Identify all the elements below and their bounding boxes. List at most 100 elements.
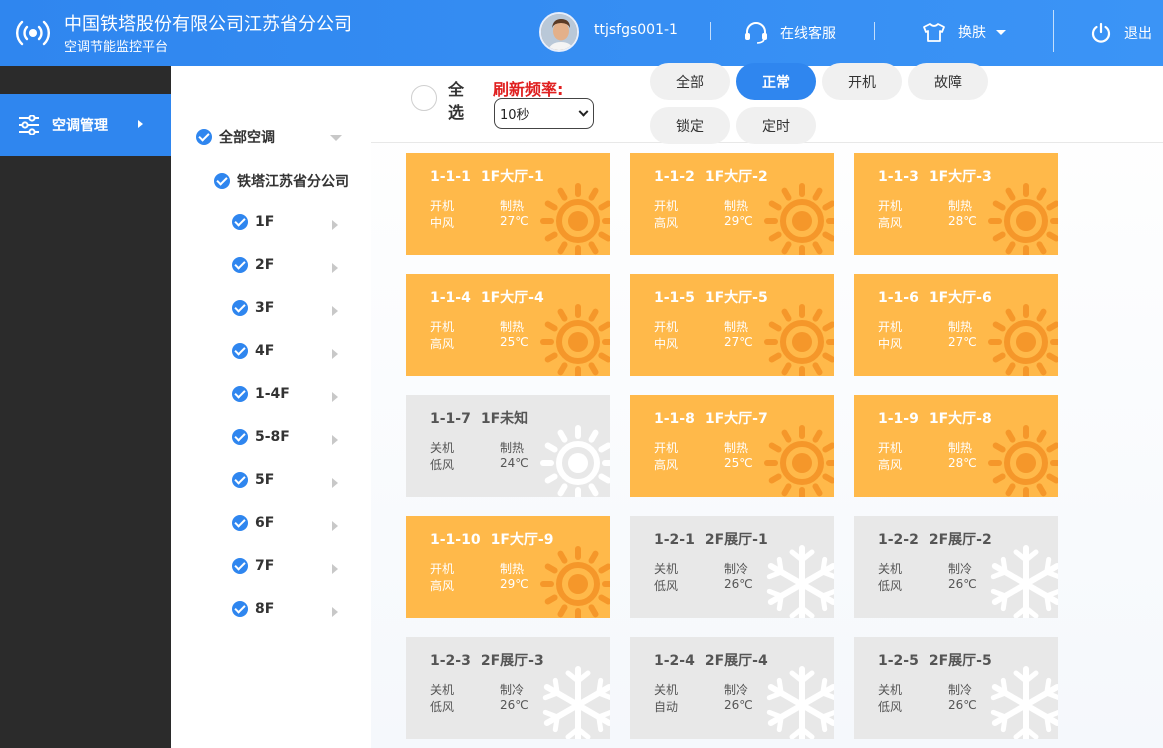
filter-button[interactable]: 定时 bbox=[736, 107, 816, 144]
caret-right-icon[interactable] bbox=[332, 521, 338, 531]
tree-node-floor[interactable]: 3F bbox=[232, 300, 274, 316]
ac-card[interactable]: 1-2-2 2F展厅-2 关机 制冷 低风 26℃ bbox=[854, 516, 1058, 618]
customer-service-label: 在线客服 bbox=[780, 26, 836, 42]
ac-temp: 26℃ bbox=[500, 698, 529, 712]
ac-name: 2F展厅-5 bbox=[928, 653, 992, 669]
chevron-down-icon bbox=[996, 29, 1006, 35]
ac-temp: 29℃ bbox=[500, 577, 529, 591]
ac-mode: 制热 bbox=[500, 441, 525, 455]
refresh-rate-value: 10秒 bbox=[500, 108, 530, 123]
ac-card[interactable]: 1-2-5 2F展厅-5 关机 制冷 低风 26℃ bbox=[854, 637, 1058, 739]
ac-mode: 制冷 bbox=[724, 562, 749, 576]
ac-card[interactable]: 1-1-8 1F大厅-7 开机 制热 高风 25℃ bbox=[630, 395, 834, 497]
ac-power: 开机 bbox=[430, 320, 455, 334]
avatar[interactable] bbox=[539, 12, 579, 52]
filter-button[interactable]: 锁定 bbox=[650, 107, 730, 144]
ac-card[interactable]: 1-1-2 1F大厅-2 开机 制热 高风 29℃ bbox=[630, 153, 834, 255]
ac-id: 1-1-3 bbox=[878, 169, 919, 185]
ac-card[interactable]: 1-1-5 1F大厅-5 开机 制热 中风 27℃ bbox=[630, 274, 834, 376]
user-avatar-icon bbox=[541, 14, 577, 50]
check-circle-icon bbox=[214, 173, 230, 189]
ac-card[interactable]: 1-1-3 1F大厅-3 开机 制热 高风 28℃ bbox=[854, 153, 1058, 255]
ac-power: 开机 bbox=[878, 199, 903, 213]
ac-card[interactable]: 1-1-1 1F大厅-1 开机 制热 中风 27℃ bbox=[406, 153, 610, 255]
ac-name: 1F大厅-4 bbox=[480, 290, 544, 306]
caret-right-icon[interactable] bbox=[332, 435, 338, 445]
filter-button[interactable]: 全部 bbox=[650, 63, 730, 100]
ac-mode: 制冷 bbox=[724, 683, 749, 697]
skin-label: 换肤 bbox=[958, 25, 986, 41]
skin-switch-button[interactable]: 换肤 bbox=[922, 22, 1006, 42]
ac-card-title: 1-2-5 2F展厅-5 bbox=[878, 650, 1002, 670]
tree-node-floor[interactable]: 1-4F bbox=[232, 386, 290, 402]
ac-mode: 制冷 bbox=[948, 562, 973, 576]
tree-node-floor[interactable]: 2F bbox=[232, 257, 274, 273]
caret-right-icon[interactable] bbox=[332, 607, 338, 617]
ac-name: 2F展厅-2 bbox=[928, 532, 992, 548]
ac-mode: 制热 bbox=[948, 199, 973, 213]
ac-card-title: 1-1-10 1F大厅-9 bbox=[430, 529, 563, 549]
ac-fan: 低风 bbox=[878, 700, 903, 714]
ac-card[interactable]: 1-1-4 1F大厅-4 开机 制热 高风 25℃ bbox=[406, 274, 610, 376]
ac-fan: 低风 bbox=[430, 458, 455, 472]
tree-node-label: 铁塔江苏省分公司 bbox=[237, 174, 349, 190]
ac-name: 1F大厅-9 bbox=[490, 532, 554, 548]
ac-card[interactable]: 1-2-4 2F展厅-4 关机 制冷 自动 26℃ bbox=[630, 637, 834, 739]
header-divider bbox=[874, 22, 875, 40]
ac-mode: 制热 bbox=[500, 199, 525, 213]
filter-button[interactable]: 故障 bbox=[908, 63, 988, 100]
tree-node-floor[interactable]: 6F bbox=[232, 515, 274, 531]
ac-card[interactable]: 1-1-6 1F大厅-6 开机 制热 中风 27℃ bbox=[854, 274, 1058, 376]
tree-node-floor[interactable]: 8F bbox=[232, 601, 274, 617]
caret-down-icon[interactable] bbox=[330, 135, 342, 141]
tree-node-label: 2F bbox=[255, 257, 275, 273]
tree-node-floor[interactable]: 1F bbox=[232, 214, 274, 230]
select-all-label[interactable]: 全选 bbox=[448, 78, 466, 124]
tree-node-label: 1-4F bbox=[255, 386, 290, 402]
ac-power: 开机 bbox=[878, 441, 903, 455]
filter-button[interactable]: 开机 bbox=[822, 63, 902, 100]
customer-service-button[interactable]: 在线客服 bbox=[744, 22, 836, 44]
caret-right-icon[interactable] bbox=[332, 564, 338, 574]
tree-node-floor[interactable]: 5F bbox=[232, 472, 274, 488]
ac-card[interactable]: 1-2-1 2F展厅-1 关机 制冷 低风 26℃ bbox=[630, 516, 834, 618]
tree-node-floor[interactable]: 4F bbox=[232, 343, 274, 359]
tree-node-label: 5F bbox=[255, 472, 275, 488]
check-circle-icon bbox=[232, 558, 248, 574]
ac-card[interactable]: 1-2-3 2F展厅-3 关机 制冷 低风 26℃ bbox=[406, 637, 610, 739]
ac-power: 关机 bbox=[430, 683, 455, 697]
select-all-radio[interactable] bbox=[411, 85, 437, 111]
refresh-rate-label: 刷新频率: bbox=[493, 80, 564, 99]
sidebar-item-ac-management[interactable]: 空调管理 bbox=[0, 94, 171, 156]
filter-button[interactable]: 正常 bbox=[736, 63, 816, 100]
caret-right-icon[interactable] bbox=[332, 263, 338, 273]
ac-mode: 制热 bbox=[500, 562, 525, 576]
ac-id: 1-1-7 bbox=[430, 411, 471, 427]
ac-id: 1-2-5 bbox=[878, 653, 919, 669]
tree-node-floor[interactable]: 7F bbox=[232, 558, 274, 574]
sidebar: 空调管理 bbox=[0, 66, 171, 748]
tree-node-company[interactable]: 铁塔江苏省分公司 bbox=[214, 171, 349, 191]
chevron-right-icon bbox=[138, 120, 143, 128]
tree-node-all[interactable]: 全部空调 bbox=[196, 127, 275, 147]
ac-card[interactable]: 1-1-7 1F未知 关机 制热 低风 24℃ bbox=[406, 395, 610, 497]
caret-right-icon[interactable] bbox=[332, 220, 338, 230]
ac-card-title: 1-1-4 1F大厅-4 bbox=[430, 287, 554, 307]
ac-card[interactable]: 1-1-9 1F大厅-8 开机 制热 高风 28℃ bbox=[854, 395, 1058, 497]
ac-id: 1-1-9 bbox=[878, 411, 919, 427]
tree-node-label: 全部空调 bbox=[219, 130, 275, 146]
caret-right-icon[interactable] bbox=[332, 478, 338, 488]
username[interactable]: ttjsfgs001-1 bbox=[594, 22, 678, 38]
caret-right-icon[interactable] bbox=[332, 306, 338, 316]
refresh-rate-select[interactable]: 10秒 bbox=[494, 98, 594, 129]
ac-fan: 低风 bbox=[878, 579, 903, 593]
caret-right-icon[interactable] bbox=[332, 392, 338, 402]
caret-right-icon[interactable] bbox=[332, 349, 338, 359]
ac-name: 1F大厅-2 bbox=[704, 169, 768, 185]
ac-card[interactable]: 1-1-10 1F大厅-9 开机 制热 高风 29℃ bbox=[406, 516, 610, 618]
ac-mode: 制热 bbox=[724, 441, 749, 455]
tree-node-floor[interactable]: 5-8F bbox=[232, 429, 290, 445]
ac-id: 1-2-3 bbox=[430, 653, 471, 669]
logout-button[interactable]: 退出 bbox=[1090, 22, 1152, 44]
ac-card-title: 1-1-5 1F大厅-5 bbox=[654, 287, 778, 307]
